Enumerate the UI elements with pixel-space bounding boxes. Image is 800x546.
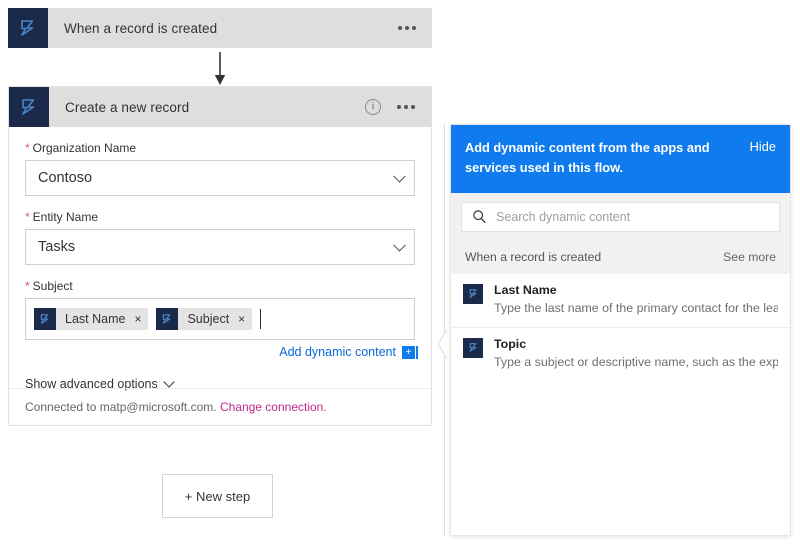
info-icon[interactable]: i (365, 99, 381, 115)
flow-connector-icon (34, 308, 56, 330)
search-input[interactable]: Search dynamic content (461, 202, 780, 232)
dynamic-content-panel-header: Add dynamic content from the apps and se… (451, 125, 790, 193)
new-step-button[interactable]: + New step (162, 474, 273, 518)
trigger-more-options-icon[interactable] (398, 26, 416, 30)
action-card-body: * Organization Name Contoso * Entity Nam… (9, 141, 431, 391)
trigger-card-header[interactable]: When a record is created (8, 8, 432, 48)
flow-connector-icon (9, 87, 49, 127)
search-icon (472, 209, 487, 224)
label-text: Organization Name (33, 141, 136, 155)
dynamic-token[interactable]: Subject × (156, 308, 252, 330)
dynamic-token-label: Subject (187, 312, 229, 326)
chevron-down-icon[interactable] (393, 170, 406, 183)
flow-connector-arrow-icon (213, 52, 227, 86)
label-text: Subject (33, 279, 73, 293)
list-item-description: Type the last name of the primary contac… (494, 300, 778, 318)
connection-footer: Connected to matp@microsoft.com. Change … (9, 388, 431, 425)
flow-connector-icon (463, 284, 483, 304)
search-input-placeholder: Search dynamic content (496, 210, 630, 224)
dynamic-content-search-area: Search dynamic content (451, 193, 790, 241)
dynamic-token-pill: Subject × (178, 308, 252, 330)
entity-name-dropdown[interactable]: Tasks (25, 229, 415, 265)
flow-connector-icon (8, 8, 48, 48)
action-more-options-icon[interactable] (397, 105, 415, 109)
flow-connector-icon (156, 308, 178, 330)
dynamic-content-group-title: When a record is created (465, 250, 601, 264)
trigger-card[interactable]: When a record is created (8, 8, 432, 48)
dynamic-content-panel-title: Add dynamic content from the apps and se… (465, 138, 740, 178)
connection-status-text: Connected to matp@microsoft.com. (25, 400, 217, 414)
add-dynamic-content-label: Add dynamic content (279, 345, 396, 359)
field-label-organization-name: * Organization Name (25, 141, 415, 155)
list-item[interactable]: Topic Type a subject or descriptive name… (451, 328, 790, 381)
list-item-text: Topic Type a subject or descriptive name… (494, 336, 778, 372)
field-label-subject: * Subject (25, 279, 415, 293)
action-card-actions: i (365, 99, 431, 115)
change-connection-link[interactable]: Change connection. (220, 400, 327, 414)
hide-panel-button[interactable]: Hide (750, 138, 776, 154)
label-text: Entity Name (33, 210, 98, 224)
action-card[interactable]: Create a new record i * Organization Nam… (8, 86, 432, 426)
organization-name-value: Contoso (38, 170, 92, 186)
subject-input[interactable]: Last Name × Subject × (25, 298, 415, 340)
dynamic-content-group-header: When a record is created See more (451, 241, 790, 274)
flow-connector-icon (463, 338, 483, 358)
dynamic-token-label: Last Name (65, 312, 125, 326)
close-icon[interactable]: × (238, 313, 245, 325)
field-label-entity-name: * Entity Name (25, 210, 415, 224)
required-asterisk-icon: * (25, 280, 30, 292)
trigger-card-actions (398, 26, 432, 30)
dynamic-content-panel: Add dynamic content from the apps and se… (450, 124, 791, 536)
field-subject: * Subject Last Name × (25, 279, 415, 359)
see-more-link[interactable]: See more (723, 250, 776, 264)
list-item[interactable]: Last Name Type the last name of the prim… (451, 274, 790, 328)
dynamic-token-pill: Last Name × (56, 308, 148, 330)
list-item-title: Topic (494, 336, 778, 354)
action-card-header[interactable]: Create a new record i (9, 87, 431, 127)
trigger-card-title: When a record is created (48, 21, 398, 36)
required-asterisk-icon: * (25, 211, 30, 223)
action-card-title: Create a new record (49, 100, 365, 115)
chevron-down-icon[interactable] (393, 239, 406, 252)
dynamic-token[interactable]: Last Name × (34, 308, 148, 330)
list-item-title: Last Name (494, 282, 778, 300)
required-asterisk-icon: * (25, 142, 30, 154)
field-organization-name: * Organization Name Contoso (25, 141, 415, 196)
add-dynamic-content-link[interactable]: Add dynamic content + (25, 345, 415, 359)
list-item-text: Last Name Type the last name of the prim… (494, 282, 778, 318)
chevron-down-icon (163, 376, 174, 387)
text-cursor (260, 309, 261, 329)
panel-chevron-notch-icon (437, 330, 447, 360)
close-icon[interactable]: × (134, 313, 141, 325)
entity-name-value: Tasks (38, 239, 75, 255)
flow-designer-canvas: When a record is created Create a new re… (0, 0, 800, 546)
organization-name-dropdown[interactable]: Contoso (25, 160, 415, 196)
list-item-description: Type a subject or descriptive name, such… (494, 354, 778, 372)
new-step-label: + New step (185, 489, 250, 504)
field-entity-name: * Entity Name Tasks (25, 210, 415, 265)
plus-badge-icon: + (402, 346, 415, 359)
